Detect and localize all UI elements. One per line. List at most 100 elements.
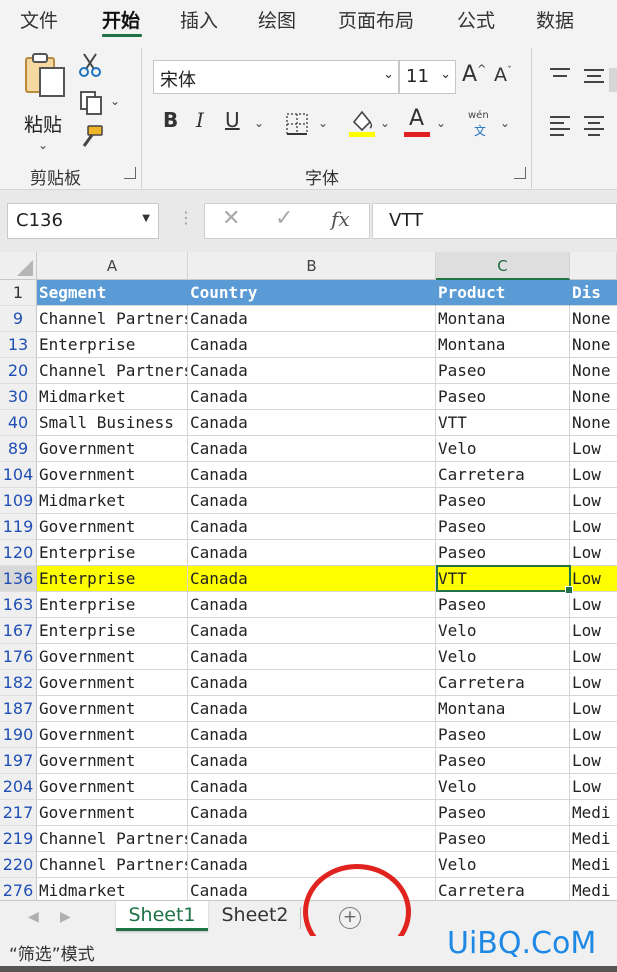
table-cell[interactable]: Low xyxy=(570,514,617,540)
table-cell[interactable]: Paseo xyxy=(436,592,570,618)
table-cell[interactable]: Low xyxy=(570,748,617,774)
row-header[interactable]: 120 xyxy=(0,540,37,566)
table-cell[interactable]: Medi xyxy=(570,878,617,900)
table-cell[interactable]: None xyxy=(570,306,617,332)
tab-file[interactable]: 文件 xyxy=(20,6,58,33)
underline-dropdown-icon[interactable]: ⌄ xyxy=(254,116,264,130)
table-cell[interactable]: Low xyxy=(570,670,617,696)
table-cell[interactable]: Midmarket xyxy=(37,488,188,514)
table-cell[interactable]: Velo xyxy=(436,852,570,878)
table-cell[interactable]: Canada xyxy=(188,670,436,696)
row-header[interactable]: 204 xyxy=(0,774,37,800)
font-color-icon[interactable]: A xyxy=(404,106,432,138)
font-launcher-icon[interactable] xyxy=(514,167,526,179)
table-cell[interactable]: Government xyxy=(37,774,188,800)
table-cell[interactable]: Paseo xyxy=(436,800,570,826)
row-header[interactable]: 136 xyxy=(0,566,37,592)
table-cell[interactable]: Enterprise xyxy=(37,540,188,566)
tab-home[interactable]: 开始 xyxy=(102,6,140,33)
table-cell[interactable]: Velo xyxy=(436,644,570,670)
table-cell[interactable]: Enterprise xyxy=(37,592,188,618)
table-cell[interactable]: Low xyxy=(570,618,617,644)
row-header[interactable]: 13 xyxy=(0,332,37,358)
increase-font-size-icon[interactable]: A^ xyxy=(462,62,486,87)
table-cell[interactable]: Canada xyxy=(188,410,436,436)
table-cell[interactable]: Canada xyxy=(188,722,436,748)
borders-icon[interactable] xyxy=(285,112,309,136)
table-cell[interactable]: Paseo xyxy=(436,358,570,384)
table-cell[interactable]: Paseo xyxy=(436,540,570,566)
table-cell[interactable]: Canada xyxy=(188,826,436,852)
row-header[interactable]: 104 xyxy=(0,462,37,488)
underline-icon[interactable]: U xyxy=(225,108,240,132)
table-cell[interactable]: Channel Partners xyxy=(37,826,188,852)
row-header[interactable]: 89 xyxy=(0,436,37,462)
table-cell[interactable]: Paseo xyxy=(436,514,570,540)
table-cell[interactable]: Channel Partners xyxy=(37,852,188,878)
table-cell[interactable]: None xyxy=(570,358,617,384)
tab-draw[interactable]: 绘图 xyxy=(258,6,296,33)
table-cell[interactable]: Canada xyxy=(188,696,436,722)
name-box[interactable]: C136 ▼ xyxy=(7,203,159,239)
table-cell[interactable]: Government xyxy=(37,722,188,748)
table-cell[interactable]: Canada xyxy=(188,748,436,774)
table-cell[interactable]: Low xyxy=(570,696,617,722)
insert-function-icon[interactable]: fx xyxy=(331,207,350,231)
table-cell[interactable]: Canada xyxy=(188,878,436,900)
table-cell[interactable]: Small Business xyxy=(37,410,188,436)
align-middle-icon[interactable] xyxy=(582,66,606,86)
table-cell[interactable]: Government xyxy=(37,748,188,774)
formula-bar-grip-icon[interactable]: ⋮ xyxy=(178,208,194,227)
table-cell[interactable]: Low xyxy=(570,566,617,592)
table-cell[interactable]: None xyxy=(570,332,617,358)
align-bottom-icon[interactable] xyxy=(609,68,617,92)
header-cell[interactable]: Segment xyxy=(37,280,188,306)
table-cell[interactable]: Canada xyxy=(188,436,436,462)
table-cell[interactable]: Channel Partners xyxy=(37,358,188,384)
scroll-tabs-left-icon[interactable]: ◀ xyxy=(28,909,39,925)
table-cell[interactable]: Montana xyxy=(436,306,570,332)
table-cell[interactable]: Medi xyxy=(570,800,617,826)
table-cell[interactable]: Canada xyxy=(188,566,436,592)
phonetic-guide-icon[interactable]: wén 文 xyxy=(466,110,494,138)
table-cell[interactable]: Montana xyxy=(436,332,570,358)
table-cell[interactable]: Velo xyxy=(436,618,570,644)
table-cell[interactable]: Canada xyxy=(188,332,436,358)
italic-icon[interactable]: I xyxy=(196,108,204,132)
copy-icon[interactable] xyxy=(78,90,104,116)
header-cell[interactable]: Dis xyxy=(570,280,617,306)
column-header-a[interactable]: A xyxy=(37,252,188,280)
row-header[interactable]: 219 xyxy=(0,826,37,852)
copy-dropdown-icon[interactable]: ⌄ xyxy=(110,94,120,108)
table-cell[interactable]: VTT xyxy=(436,410,570,436)
table-cell[interactable]: Canada xyxy=(188,592,436,618)
table-cell[interactable]: Low xyxy=(570,488,617,514)
decrease-font-size-icon[interactable]: Aˇ xyxy=(494,64,512,86)
column-header-b[interactable]: B xyxy=(188,252,436,280)
bold-icon[interactable]: B xyxy=(163,108,178,132)
table-cell[interactable]: Midmarket xyxy=(37,384,188,410)
formula-input[interactable]: VTT xyxy=(372,203,617,239)
table-cell[interactable]: Paseo xyxy=(436,748,570,774)
row-header[interactable]: 276 xyxy=(0,878,37,900)
column-header-d[interactable] xyxy=(570,252,617,280)
scroll-tabs-right-icon[interactable]: ▶ xyxy=(60,909,71,925)
table-cell[interactable]: Low xyxy=(570,722,617,748)
table-cell[interactable]: VTT xyxy=(436,566,570,592)
table-cell[interactable]: Low xyxy=(570,774,617,800)
table-cell[interactable]: Canada xyxy=(188,488,436,514)
table-cell[interactable]: Low xyxy=(570,436,617,462)
align-left-icon[interactable] xyxy=(548,114,572,136)
table-cell[interactable]: Velo xyxy=(436,774,570,800)
row-header[interactable]: 182 xyxy=(0,670,37,696)
select-all-button[interactable] xyxy=(0,252,37,280)
table-cell[interactable]: Low xyxy=(570,540,617,566)
table-cell[interactable]: None xyxy=(570,384,617,410)
table-cell[interactable]: Enterprise xyxy=(37,332,188,358)
table-cell[interactable]: Government xyxy=(37,644,188,670)
row-header[interactable]: 176 xyxy=(0,644,37,670)
tab-page-layout[interactable]: 页面布局 xyxy=(338,6,414,33)
row-header[interactable]: 20 xyxy=(0,358,37,384)
table-cell[interactable]: Carretera xyxy=(436,878,570,900)
table-cell[interactable]: Enterprise xyxy=(37,566,188,592)
